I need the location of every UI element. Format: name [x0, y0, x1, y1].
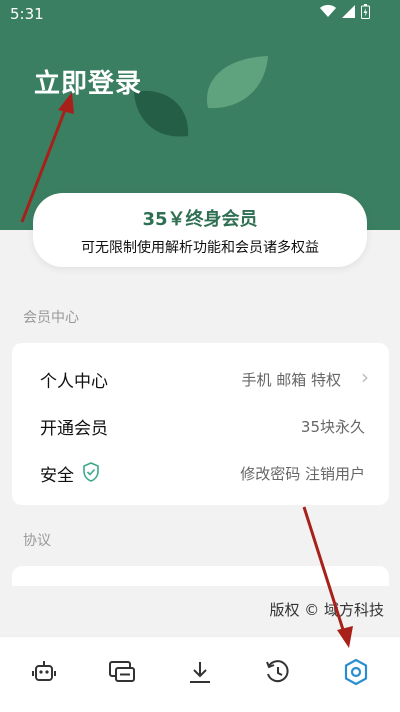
wifi-icon: [320, 5, 336, 17]
list-item-value: 手机 邮箱 特权: [241, 371, 341, 389]
list-item-personal-center[interactable]: 个人中心 手机 邮箱 特权 ›: [12, 355, 389, 401]
membership-promo-card[interactable]: 35￥终身会员 可无限制使用解析功能和会员诸多权益: [33, 193, 367, 267]
list-item-open-membership[interactable]: 开通会员 35块永久: [12, 402, 389, 448]
list-item-value: 35块永久: [300, 418, 365, 436]
promo-title: 35￥终身会员: [142, 209, 258, 230]
status-bar: 5:31: [0, 0, 400, 28]
list-item-label: 安全: [40, 466, 74, 486]
login-title[interactable]: 立即登录: [34, 63, 142, 100]
wallet-icon: [109, 661, 135, 682]
nav-download[interactable]: [183, 655, 217, 689]
member-center-list: 个人中心 手机 邮箱 特权 › 开通会员 35块永久 安全 修改密码 注销用户: [12, 343, 389, 505]
promo-subtitle: 可无限制使用解析功能和会员诸多权益: [81, 240, 319, 256]
download-icon: [190, 662, 210, 683]
list-item-label: 开通会员: [40, 419, 108, 439]
list-item-value: 修改密码 注销用户: [240, 465, 365, 483]
copyright-text: 版权 © 域方科技: [269, 601, 384, 619]
settings-icon: [344, 658, 368, 686]
battery-icon: [361, 4, 370, 19]
history-icon: [266, 660, 289, 683]
shield-check-icon: [83, 462, 99, 482]
signal-icon: [342, 5, 355, 18]
nav-wallet[interactable]: [105, 655, 139, 689]
bottom-navigation: [0, 636, 400, 712]
chevron-right-icon: ›: [361, 365, 369, 389]
nav-robot[interactable]: [27, 655, 61, 689]
leaf-decoration-light: [206, 56, 268, 109]
member-center-label: 会员中心: [23, 310, 79, 326]
robot-icon: [32, 661, 56, 681]
agreement-card[interactable]: [12, 566, 389, 586]
list-item-security[interactable]: 安全 修改密码 注销用户: [12, 449, 389, 495]
nav-settings[interactable]: [339, 655, 373, 689]
agreement-label: 协议: [23, 533, 51, 549]
list-item-label: 个人中心: [40, 372, 108, 392]
nav-history[interactable]: [261, 655, 295, 689]
status-time: 5:31: [10, 5, 44, 23]
